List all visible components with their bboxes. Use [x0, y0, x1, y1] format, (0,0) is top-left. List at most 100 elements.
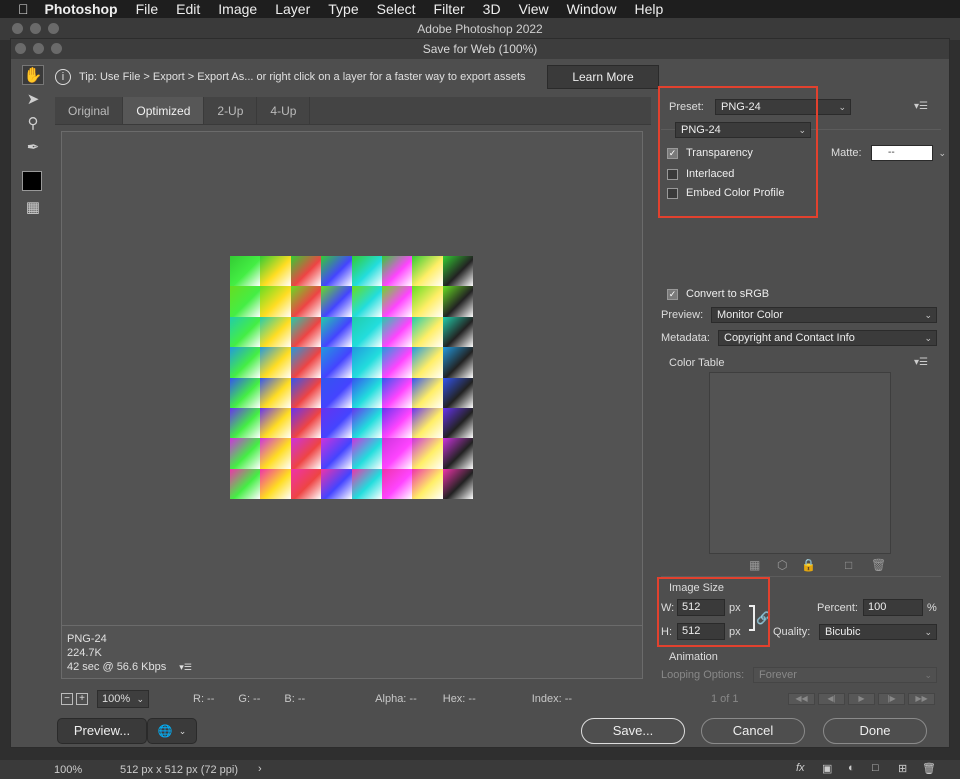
- percent-input[interactable]: 100: [863, 599, 923, 616]
- menu-file[interactable]: File: [136, 1, 159, 17]
- chevron-down-icon: ⌄: [938, 148, 946, 158]
- preview-tile: [442, 377, 473, 408]
- frame-counter: 1 of 1: [711, 693, 739, 705]
- fx-icon[interactable]: fx: [796, 762, 805, 774]
- trash-icon[interactable]: 🗑: [922, 762, 936, 775]
- optimize-menu-icon[interactable]: ▾☰: [914, 101, 928, 112]
- tab-4-up[interactable]: 4-Up: [257, 97, 311, 124]
- hand-tool-icon[interactable]: ✋: [22, 65, 44, 85]
- info-menu-icon[interactable]: ▾☰: [179, 662, 192, 672]
- quality-select[interactable]: Bicubic ⌄: [819, 624, 937, 640]
- zoom-level-select[interactable]: 100% ⌄: [97, 690, 149, 708]
- apple-icon[interactable]: : [18, 1, 29, 17]
- dialog-title: Save for Web (100%): [422, 42, 538, 56]
- trash-icon[interactable]: 🗑: [871, 558, 886, 572]
- looping-select[interactable]: Forever ⌄: [753, 667, 937, 683]
- adjustment-icon[interactable]: ◐: [848, 762, 855, 774]
- menu-filter[interactable]: Filter: [434, 1, 465, 17]
- matte-select[interactable]: -- ⌄: [871, 145, 946, 161]
- window-zoom-button[interactable]: [48, 23, 59, 34]
- tab-optimized[interactable]: Optimized: [123, 97, 205, 124]
- looping-label: Looping Options:: [661, 669, 745, 681]
- ps-window-titlebar: Adobe Photoshop 2022: [0, 18, 960, 40]
- next-frame-icon[interactable]: |▶: [878, 693, 905, 705]
- menu-help[interactable]: Help: [634, 1, 663, 17]
- zoom-tool-icon[interactable]: ⚲: [22, 113, 44, 133]
- preview-tile: [260, 407, 291, 439]
- first-frame-icon[interactable]: ◀◀: [788, 693, 815, 705]
- menu-image[interactable]: Image: [218, 1, 257, 17]
- preview-canvas[interactable]: [61, 131, 643, 679]
- menu-select[interactable]: Select: [377, 1, 416, 17]
- eyedropper-color-swatch[interactable]: [22, 171, 42, 191]
- quality-value: Bicubic: [825, 626, 861, 638]
- preview-tile: [321, 438, 352, 469]
- metadata-value: Copyright and Contact Info: [724, 332, 855, 344]
- metadata-select[interactable]: Copyright and Contact Info ⌄: [718, 330, 937, 346]
- color-table-menu-icon[interactable]: ▾☰: [914, 357, 928, 368]
- menu-layer[interactable]: Layer: [275, 1, 310, 17]
- eyedropper-tool-icon[interactable]: ✒: [22, 137, 44, 157]
- tab-2-up[interactable]: 2-Up: [204, 97, 258, 124]
- preview-tile: [442, 316, 473, 348]
- window-close-button[interactable]: [12, 23, 23, 34]
- convert-srgb-checkbox[interactable]: ✓: [667, 288, 678, 300]
- new-layer-icon[interactable]: ⊞: [898, 762, 907, 775]
- window-minimize-button[interactable]: [30, 23, 41, 34]
- preview-mode-select[interactable]: Monitor Color ⌄: [711, 307, 937, 323]
- menu-edit[interactable]: Edit: [176, 1, 200, 17]
- menu-3d[interactable]: 3D: [483, 1, 501, 17]
- preview-tile: [290, 377, 322, 408]
- preview-tile: [230, 316, 261, 348]
- zoom-in-icon[interactable]: +: [76, 693, 88, 705]
- menu-view[interactable]: View: [519, 1, 549, 17]
- menu-window[interactable]: Window: [567, 1, 617, 17]
- chevron-right-icon[interactable]: ›: [258, 763, 262, 775]
- mask-icon[interactable]: ▣: [822, 762, 832, 775]
- preview-tile: [351, 316, 382, 348]
- tab-original[interactable]: Original: [55, 97, 124, 124]
- dialog-zoom-button[interactable]: [51, 43, 62, 54]
- zoom-value: 100%: [102, 693, 131, 705]
- save-button[interactable]: Save...: [581, 718, 685, 744]
- zoom-out-icon[interactable]: −: [61, 693, 73, 705]
- menu-app-name[interactable]: Photoshop: [45, 1, 118, 17]
- last-frame-icon[interactable]: ▶▶: [908, 693, 935, 705]
- metadata-label: Metadata:: [661, 332, 710, 344]
- status-doc-size: 512 px x 512 px (72 ppi): [120, 764, 239, 776]
- browser-preview-button[interactable]: 🌐 ⌄: [147, 718, 197, 744]
- color-table[interactable]: [709, 372, 891, 554]
- preview-tile: [412, 286, 443, 317]
- preview-button[interactable]: Preview...: [57, 718, 147, 744]
- done-button[interactable]: Done: [823, 718, 927, 744]
- web-shift-icon[interactable]: ⬡: [777, 558, 787, 572]
- new-color-icon[interactable]: □: [845, 558, 852, 572]
- map-transparency-icon[interactable]: ▦: [749, 558, 760, 572]
- animation-controls: ◀◀ ◀| ▶ |▶ ▶▶: [788, 693, 938, 707]
- convert-srgb-row[interactable]: ✓ Convert to sRGB: [667, 288, 769, 300]
- cancel-button[interactable]: Cancel: [701, 718, 805, 744]
- image-preview: [230, 256, 473, 499]
- preview-tile: [381, 316, 413, 348]
- toggle-slices-icon[interactable]: ▦: [22, 197, 44, 217]
- preview-tile: [321, 377, 352, 408]
- preview-tile: [412, 256, 443, 287]
- info-format: PNG-24: [67, 633, 107, 645]
- preview-tile: [412, 347, 443, 378]
- dialog-minimize-button[interactable]: [33, 43, 44, 54]
- view-tabs: Original Optimized 2-Up 4-Up: [55, 97, 651, 125]
- learn-more-button[interactable]: Learn More: [547, 65, 659, 89]
- quality-label: Quality:: [773, 626, 811, 638]
- folder-icon[interactable]: □: [872, 762, 879, 774]
- play-icon[interactable]: ▶: [848, 693, 875, 705]
- preview-tile: [290, 468, 322, 499]
- highlight-box-preset: [658, 86, 818, 218]
- save-for-web-dialog: Save for Web (100%) ✋ ➤ ⚲ ✒ ▦ i Tip: Use…: [10, 38, 950, 748]
- slice-select-tool-icon[interactable]: ➤: [22, 89, 44, 109]
- preview-tile: [351, 438, 382, 469]
- dialog-close-button[interactable]: [15, 43, 26, 54]
- menu-type[interactable]: Type: [328, 1, 358, 17]
- lock-color-icon[interactable]: 🔒: [801, 558, 816, 572]
- previous-frame-icon[interactable]: ◀|: [818, 693, 845, 705]
- zoom-readout-bar: − + 100% ⌄ R: -- G: -- B: -- Alpha: -- H…: [55, 689, 651, 709]
